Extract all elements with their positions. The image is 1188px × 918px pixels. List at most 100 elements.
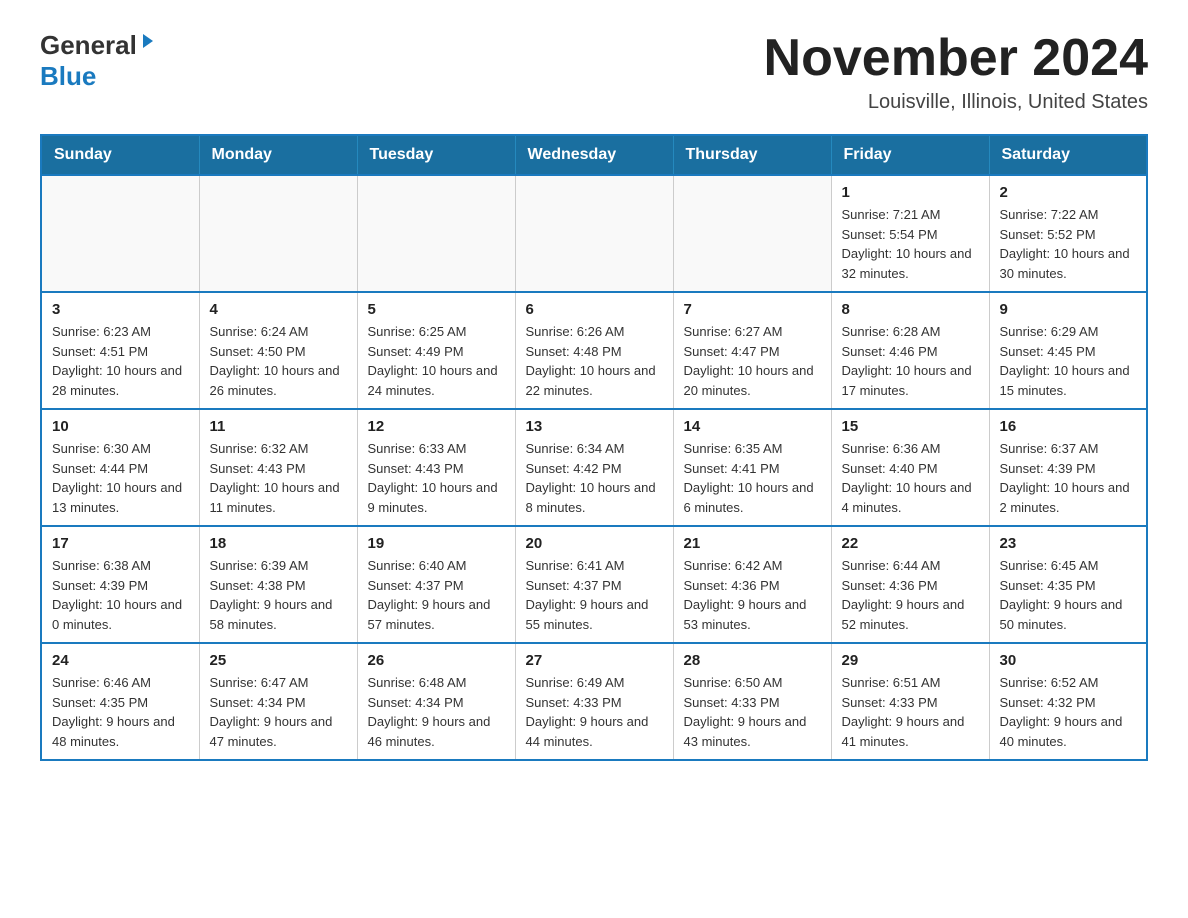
calendar-day-cell: 18 Sunrise: 6:39 AM Sunset: 4:38 PM Dayli…: [199, 526, 357, 643]
day-number: 13: [526, 418, 663, 435]
calendar-week-row: 10 Sunrise: 6:30 AM Sunset: 4:44 PM Dayli…: [41, 409, 1147, 526]
logo-blue-text: Blue: [40, 61, 96, 92]
calendar-day-cell: 15Sunrise: 6:36 AM Sunset: 4:40 PM Dayli…: [831, 409, 989, 526]
page-header: General Blue November 2024 Louisville, I…: [40, 30, 1148, 114]
day-info: Sunrise: 6:47 AM Sunset: 4:34 PM Dayligh…: [210, 673, 347, 751]
calendar-day-header: Thursday: [673, 135, 831, 175]
day-info: Sunrise: 7:22 AM Sunset: 5:52 PM Dayligh…: [1000, 205, 1137, 283]
day-info: Sunrise: 6:28 AM Sunset: 4:46 PM Dayligh…: [842, 322, 979, 400]
calendar-day-cell: 10 Sunrise: 6:30 AM Sunset: 4:44 PM Dayli…: [41, 409, 199, 526]
day-number: 25: [210, 652, 347, 669]
calendar-day-cell: 14 Sunrise: 6:35 AM Sunset: 4:41 PM Dayli…: [673, 409, 831, 526]
day-info: Sunrise: 6:26 AM Sunset: 4:48 PM Dayligh…: [526, 322, 663, 400]
day-number: 11: [210, 418, 347, 435]
day-number: 9: [1000, 301, 1137, 318]
calendar-day-header: Friday: [831, 135, 989, 175]
day-info: Sunrise: 6:44 AM Sunset: 4:36 PM Dayligh…: [842, 556, 979, 634]
day-number: 10: [52, 418, 189, 435]
page-subtitle: Louisville, Illinois, United States: [764, 91, 1148, 114]
calendar-day-cell: 5 Sunrise: 6:25 AM Sunset: 4:49 PM Daylig…: [357, 292, 515, 409]
calendar-day-header: Tuesday: [357, 135, 515, 175]
calendar-day-cell: 7 Sunrise: 6:27 AM Sunset: 4:47 PM Daylig…: [673, 292, 831, 409]
day-info: Sunrise: 6:39 AM Sunset: 4:38 PM Dayligh…: [210, 556, 347, 634]
calendar-day-cell: 1Sunrise: 7:21 AM Sunset: 5:54 PM Daylig…: [831, 175, 989, 292]
day-info: Sunrise: 6:45 AM Sunset: 4:35 PM Dayligh…: [1000, 556, 1137, 634]
day-info: Sunrise: 6:42 AM Sunset: 4:36 PM Dayligh…: [684, 556, 821, 634]
calendar-day-cell: 20 Sunrise: 6:41 AM Sunset: 4:37 PM Dayli…: [515, 526, 673, 643]
calendar-week-row: 24 Sunrise: 6:46 AM Sunset: 4:35 PM Dayli…: [41, 643, 1147, 760]
calendar-table: SundayMondayTuesdayWednesdayThursdayFrid…: [40, 134, 1148, 761]
calendar-day-cell: 12 Sunrise: 6:33 AM Sunset: 4:43 PM Dayli…: [357, 409, 515, 526]
calendar-day-cell: 23 Sunrise: 6:45 AM Sunset: 4:35 PM Dayli…: [989, 526, 1147, 643]
calendar-day-cell: 25 Sunrise: 6:47 AM Sunset: 4:34 PM Dayli…: [199, 643, 357, 760]
calendar-day-header: Sunday: [41, 135, 199, 175]
calendar-week-row: 1Sunrise: 7:21 AM Sunset: 5:54 PM Daylig…: [41, 175, 1147, 292]
logo-arrow-icon: [139, 32, 157, 55]
day-number: 6: [526, 301, 663, 318]
day-number: 27: [526, 652, 663, 669]
logo: General Blue: [40, 30, 157, 92]
day-number: 5: [368, 301, 505, 318]
calendar-day-cell: 6 Sunrise: 6:26 AM Sunset: 4:48 PM Daylig…: [515, 292, 673, 409]
day-number: 3: [52, 301, 189, 318]
day-number: 7: [684, 301, 821, 318]
calendar-day-header: Monday: [199, 135, 357, 175]
calendar-day-cell: 2 Sunrise: 7:22 AM Sunset: 5:52 PM Daylig…: [989, 175, 1147, 292]
day-info: Sunrise: 6:30 AM Sunset: 4:44 PM Dayligh…: [52, 439, 189, 517]
day-number: 28: [684, 652, 821, 669]
day-info: Sunrise: 6:24 AM Sunset: 4:50 PM Dayligh…: [210, 322, 347, 400]
day-info: Sunrise: 6:41 AM Sunset: 4:37 PM Dayligh…: [526, 556, 663, 634]
calendar-day-cell: 24 Sunrise: 6:46 AM Sunset: 4:35 PM Dayli…: [41, 643, 199, 760]
day-number: 18: [210, 535, 347, 552]
calendar-day-cell: 21 Sunrise: 6:42 AM Sunset: 4:36 PM Dayli…: [673, 526, 831, 643]
day-number: 14: [684, 418, 821, 435]
day-number: 19: [368, 535, 505, 552]
calendar-day-cell: 29Sunrise: 6:51 AM Sunset: 4:33 PM Dayli…: [831, 643, 989, 760]
day-info: Sunrise: 6:29 AM Sunset: 4:45 PM Dayligh…: [1000, 322, 1137, 400]
calendar-day-cell: [673, 175, 831, 292]
day-number: 2: [1000, 184, 1137, 201]
day-number: 30: [1000, 652, 1137, 669]
logo-general-text: General: [40, 30, 137, 61]
day-number: 15: [842, 418, 979, 435]
day-number: 21: [684, 535, 821, 552]
calendar-day-cell: 4 Sunrise: 6:24 AM Sunset: 4:50 PM Daylig…: [199, 292, 357, 409]
calendar-day-cell: 13 Sunrise: 6:34 AM Sunset: 4:42 PM Dayli…: [515, 409, 673, 526]
day-number: 12: [368, 418, 505, 435]
calendar-day-cell: 22 Sunrise: 6:44 AM Sunset: 4:36 PM Dayli…: [831, 526, 989, 643]
calendar-day-cell: 17Sunrise: 6:38 AM Sunset: 4:39 PM Dayli…: [41, 526, 199, 643]
day-info: Sunrise: 7:21 AM Sunset: 5:54 PM Dayligh…: [842, 205, 979, 283]
calendar-day-cell: [199, 175, 357, 292]
day-number: 4: [210, 301, 347, 318]
day-info: Sunrise: 6:34 AM Sunset: 4:42 PM Dayligh…: [526, 439, 663, 517]
day-number: 20: [526, 535, 663, 552]
day-info: Sunrise: 6:48 AM Sunset: 4:34 PM Dayligh…: [368, 673, 505, 751]
day-info: Sunrise: 6:32 AM Sunset: 4:43 PM Dayligh…: [210, 439, 347, 517]
calendar-day-cell: 19 Sunrise: 6:40 AM Sunset: 4:37 PM Dayli…: [357, 526, 515, 643]
day-number: 29: [842, 652, 979, 669]
day-info: Sunrise: 6:33 AM Sunset: 4:43 PM Dayligh…: [368, 439, 505, 517]
day-number: 23: [1000, 535, 1137, 552]
calendar-day-header: Wednesday: [515, 135, 673, 175]
calendar-day-cell: 8 Sunrise: 6:28 AM Sunset: 4:46 PM Daylig…: [831, 292, 989, 409]
calendar-day-cell: 16Sunrise: 6:37 AM Sunset: 4:39 PM Dayli…: [989, 409, 1147, 526]
day-info: Sunrise: 6:49 AM Sunset: 4:33 PM Dayligh…: [526, 673, 663, 751]
day-info: Sunrise: 6:25 AM Sunset: 4:49 PM Dayligh…: [368, 322, 505, 400]
calendar-day-cell: [357, 175, 515, 292]
calendar-week-row: 17Sunrise: 6:38 AM Sunset: 4:39 PM Dayli…: [41, 526, 1147, 643]
day-number: 16: [1000, 418, 1137, 435]
calendar-day-cell: 9 Sunrise: 6:29 AM Sunset: 4:45 PM Daylig…: [989, 292, 1147, 409]
day-info: Sunrise: 6:35 AM Sunset: 4:41 PM Dayligh…: [684, 439, 821, 517]
day-number: 17: [52, 535, 189, 552]
day-info: Sunrise: 6:46 AM Sunset: 4:35 PM Dayligh…: [52, 673, 189, 751]
day-number: 22: [842, 535, 979, 552]
calendar-day-header: Saturday: [989, 135, 1147, 175]
day-info: Sunrise: 6:27 AM Sunset: 4:47 PM Dayligh…: [684, 322, 821, 400]
day-number: 24: [52, 652, 189, 669]
day-number: 8: [842, 301, 979, 318]
day-info: Sunrise: 6:40 AM Sunset: 4:37 PM Dayligh…: [368, 556, 505, 634]
calendar-day-cell: 28Sunrise: 6:50 AM Sunset: 4:33 PM Dayli…: [673, 643, 831, 760]
calendar-day-cell: 30 Sunrise: 6:52 AM Sunset: 4:32 PM Dayli…: [989, 643, 1147, 760]
day-info: Sunrise: 6:52 AM Sunset: 4:32 PM Dayligh…: [1000, 673, 1137, 751]
day-info: Sunrise: 6:23 AM Sunset: 4:51 PM Dayligh…: [52, 322, 189, 400]
